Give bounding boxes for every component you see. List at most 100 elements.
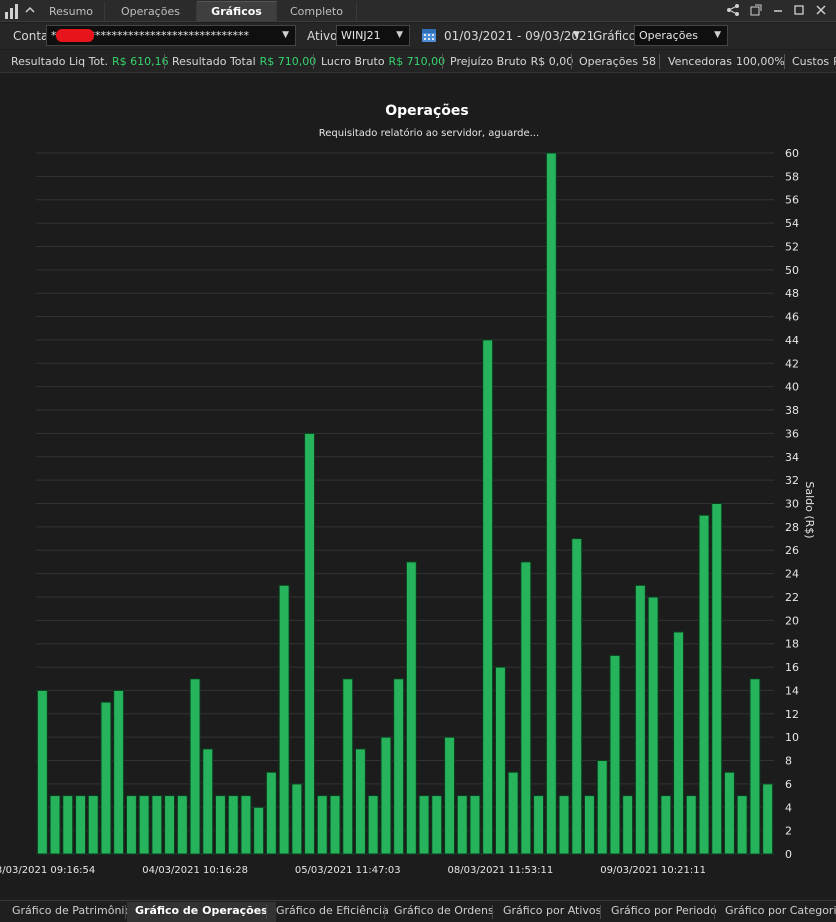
chart-bar[interactable] — [736, 795, 748, 855]
grafico-select[interactable]: Operações ▼ — [634, 25, 728, 46]
tab-graficos[interactable]: Gráficos — [197, 1, 277, 22]
chart-bar[interactable] — [355, 748, 366, 855]
y-tick-label: 18 — [785, 638, 799, 651]
chart-bar[interactable] — [265, 771, 277, 855]
chart-bar[interactable] — [49, 795, 61, 855]
ativo-select[interactable]: WINJ21 ▼ — [336, 25, 410, 46]
tab-resumo[interactable]: Resumo — [38, 2, 105, 22]
chart-bar[interactable] — [444, 736, 456, 855]
y-tick-label: 48 — [785, 287, 799, 300]
share-icon[interactable] — [726, 2, 744, 18]
chart-bar[interactable] — [138, 795, 150, 855]
conta-select[interactable]: ************************************ ▼ — [46, 25, 296, 46]
chart-bar[interactable] — [558, 795, 570, 855]
stat-prejuizo-bruto: Prejuízo Bruto R$ 0,00 — [450, 55, 574, 68]
collapse-up-icon[interactable] — [24, 4, 36, 16]
chart-bar[interactable] — [685, 795, 697, 855]
chart-bar[interactable] — [405, 561, 417, 855]
y-tick-label: 32 — [785, 474, 799, 487]
stat-resultado-total: Resultado Total R$ 710,00 — [172, 55, 317, 68]
x-tick-label: 08/03/2021 11:53:11 — [448, 865, 554, 876]
calendar-icon[interactable] — [421, 27, 437, 43]
date-range[interactable]: 01/03/2021 - 09/03/2021 — [444, 29, 594, 43]
chart-bar[interactable] — [164, 795, 176, 855]
tab-operacoes[interactable]: Operações — [105, 2, 197, 22]
chart-bar[interactable] — [240, 795, 252, 855]
chart-bar[interactable] — [584, 795, 595, 855]
y-tick-label: 56 — [785, 194, 799, 207]
tab-completo[interactable]: Completo — [277, 2, 357, 22]
chart-bar[interactable] — [215, 795, 226, 855]
chart-bar[interactable] — [227, 795, 239, 855]
chart-bar[interactable] — [87, 795, 99, 855]
chart-bar[interactable] — [545, 152, 557, 855]
chart-bar[interactable] — [622, 795, 634, 855]
chart-bar[interactable] — [456, 795, 468, 855]
chart-bar[interactable] — [482, 339, 494, 855]
chart-bar[interactable] — [75, 795, 86, 855]
chart-bar[interactable] — [62, 795, 74, 855]
close-icon[interactable] — [814, 2, 832, 18]
tab-grafico-ordens[interactable]: Gráfico de Ordens — [394, 904, 494, 917]
chart-bar[interactable] — [113, 689, 125, 855]
chart-bar[interactable] — [126, 795, 137, 855]
chart-bar[interactable] — [660, 795, 672, 855]
chart-bar[interactable] — [329, 795, 341, 855]
chart-bar[interactable] — [380, 736, 392, 855]
stat-custos: CustosR — [792, 55, 836, 68]
chart-bar[interactable] — [634, 584, 646, 855]
chart-bar[interactable] — [316, 795, 328, 855]
chart-bar[interactable] — [571, 538, 583, 855]
chart-bar[interactable] — [495, 666, 506, 855]
chart-bar[interactable] — [762, 783, 774, 855]
y-tick-label: 24 — [785, 568, 799, 581]
date-chevron-down-icon[interactable]: ▼ — [573, 30, 580, 40]
minimize-icon[interactable] — [771, 2, 789, 18]
chart-bar[interactable] — [507, 771, 519, 855]
chart-bar[interactable] — [431, 795, 443, 855]
chart-bar[interactable] — [711, 503, 723, 855]
chart-bar[interactable] — [189, 678, 201, 855]
chart-bar[interactable] — [151, 795, 163, 855]
chart-bar[interactable] — [647, 596, 659, 855]
chart-bar[interactable] — [673, 631, 684, 855]
chart-bar[interactable] — [278, 584, 290, 855]
tab-grafico-patrimonio[interactable]: Gráfico de Patrimônio — [12, 904, 131, 917]
tab-grafico-eficiencia[interactable]: Gráfico de Eficiência — [276, 904, 389, 917]
maximize-icon[interactable] — [792, 2, 810, 18]
chart-subtitle: Requisitado relatório ao servidor, aguar… — [319, 127, 539, 139]
chart-bar[interactable] — [469, 795, 481, 855]
chart-bar[interactable] — [176, 795, 188, 855]
chart-bar[interactable] — [253, 806, 265, 855]
chart-bar[interactable] — [724, 771, 735, 855]
stat-lucro-bruto: Lucro Bruto R$ 710,00 — [321, 55, 446, 68]
chart-bar[interactable] — [520, 561, 532, 855]
chart-bar[interactable] — [609, 654, 621, 855]
tab-grafico-periodo[interactable]: Gráfico por Periodo — [611, 904, 717, 917]
y-tick-label: 46 — [785, 311, 799, 324]
tab-grafico-ativos[interactable]: Gráfico por Ativos — [503, 904, 601, 917]
chart-bar[interactable] — [749, 678, 761, 855]
y-tick-label: 38 — [785, 404, 799, 417]
popout-icon[interactable] — [749, 2, 767, 18]
chart-bar[interactable] — [202, 748, 214, 855]
chart-bar[interactable] — [36, 689, 48, 855]
tab-grafico-categoria[interactable]: Gráfico por Categoria — [725, 904, 836, 917]
chevron-down-icon: ▼ — [396, 30, 403, 40]
chart-bar[interactable] — [291, 783, 303, 855]
y-tick-label: 10 — [785, 731, 799, 744]
chart-bar[interactable] — [393, 678, 405, 855]
tab-grafico-operacoes[interactable]: Gráfico de Operações — [127, 902, 276, 922]
chart-bar[interactable] — [596, 760, 608, 855]
app-chart-icon — [5, 4, 18, 19]
chart-bar[interactable] — [367, 795, 379, 855]
chart-bar[interactable] — [698, 514, 710, 855]
chart-bar[interactable] — [342, 678, 354, 855]
chart-bar[interactable] — [304, 432, 316, 855]
stat-operacoes: Operações 58 — [579, 55, 656, 68]
chart-bar[interactable] — [100, 701, 112, 855]
chart-bar[interactable] — [418, 795, 430, 855]
chart-bar[interactable] — [533, 795, 544, 855]
y-axis-label: Saldo (R$) — [803, 481, 816, 538]
y-tick-label: 52 — [785, 240, 799, 253]
